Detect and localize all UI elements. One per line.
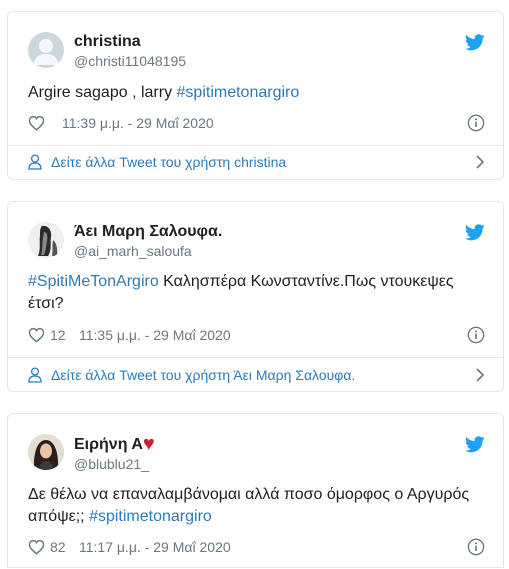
display-name[interactable]: christina — [74, 32, 186, 52]
hashtag-link[interactable]: #spitimetonargiro — [89, 508, 212, 525]
twitter-bird-icon[interactable] — [465, 34, 485, 51]
tweet-text: #SpitiMeTonArgiro Καλησπέρα Κωνσταντίνε.… — [28, 271, 483, 315]
timestamp[interactable]: 11:17 μ.μ. - 29 Μαΐ 2020 — [79, 539, 231, 555]
tweet-meta: 12 11:35 μ.μ. - 29 Μαΐ 2020 — [28, 325, 485, 345]
user-handle[interactable]: @christi11048195 — [74, 52, 186, 70]
display-name[interactable]: Άει Μαρη Σαλουφα. — [74, 222, 222, 242]
divider — [8, 357, 503, 358]
tweet-text-body: Argire sagapo , larry — [28, 84, 177, 101]
avatar[interactable] — [28, 434, 64, 470]
like-heart-icon[interactable] — [28, 327, 45, 343]
timestamp[interactable]: 11:39 μ.μ. - 29 Μαΐ 2020 — [62, 115, 214, 131]
see-more-tweets-link[interactable]: Δείτε άλλα Tweet του χρήστη Άει Μαρη Σαλ… — [28, 365, 485, 385]
timestamp[interactable]: 11:35 μ.μ. - 29 Μαΐ 2020 — [79, 327, 231, 343]
display-name-text: Ειρήνη Α — [74, 436, 143, 453]
like-heart-icon[interactable] — [28, 115, 45, 131]
chevron-right-icon — [476, 368, 485, 382]
divider — [8, 145, 503, 146]
tweet-meta: 11:39 μ.μ. - 29 Μαΐ 2020 — [28, 113, 485, 133]
chevron-right-icon — [476, 155, 485, 169]
info-icon[interactable] — [467, 538, 485, 556]
user-handle[interactable]: @ai_marh_saloufa — [74, 242, 222, 260]
user-handle[interactable]: @blublu21_ — [74, 455, 155, 473]
person-icon — [28, 154, 42, 170]
person-icon — [28, 367, 42, 383]
tweet-meta: 82 11:17 μ.μ. - 29 Μαΐ 2020 — [28, 537, 485, 557]
tweet-card: Ειρήνη Α♥ @blublu21_ Δε θέλω να επαναλαμ… — [7, 413, 504, 568]
display-name[interactable]: Ειρήνη Α♥ — [74, 434, 155, 455]
twitter-bird-icon[interactable] — [465, 224, 485, 241]
hashtag-link[interactable]: #SpitiMeTonArgiro — [28, 273, 159, 290]
like-count: 12 — [50, 327, 66, 343]
hashtag-link[interactable]: #spitimetonargiro — [177, 84, 300, 101]
tweet-text: Argire sagapo , larry #spitimetonargiro — [28, 82, 483, 104]
red-heart-emoji-icon: ♥ — [142, 433, 155, 455]
twitter-bird-icon[interactable] — [465, 436, 485, 453]
tweet-card: Άει Μαρη Σαλουφα. @ai_marh_saloufa #Spit… — [7, 201, 504, 392]
see-more-label: Δείτε άλλα Tweet του χρήστη christina — [51, 154, 287, 170]
avatar[interactable] — [28, 32, 64, 68]
see-more-tweets-link[interactable]: Δείτε άλλα Tweet του χρήστη christina — [28, 152, 485, 172]
like-heart-icon[interactable] — [28, 539, 45, 555]
like-count: 82 — [50, 539, 66, 555]
info-icon[interactable] — [467, 326, 485, 344]
tweet-text: Δε θέλω να επαναλαμβάνομαι αλλά ποσο όμο… — [28, 484, 483, 528]
info-icon[interactable] — [467, 114, 485, 132]
avatar[interactable] — [28, 222, 64, 258]
see-more-label: Δείτε άλλα Tweet του χρήστη Άει Μαρη Σαλ… — [51, 367, 356, 383]
tweet-card: christina @christi11048195 Argire sagapo… — [7, 11, 504, 180]
